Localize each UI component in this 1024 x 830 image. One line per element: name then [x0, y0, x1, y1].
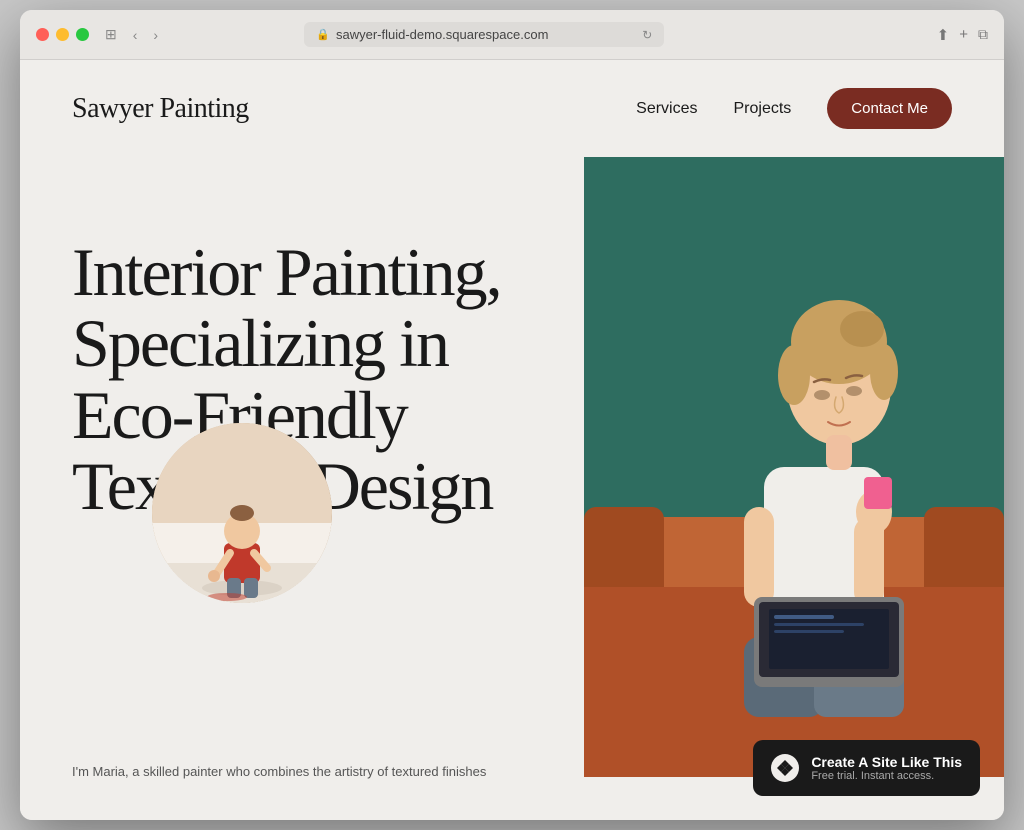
close-button[interactable]	[36, 28, 49, 41]
browser-chrome: ⊞ ‹ › 🔒 sawyer-fluid-demo.squarespace.co…	[20, 10, 1004, 60]
site-logo: Sawyer Painting	[72, 93, 249, 125]
nav-services-link[interactable]: Services	[636, 100, 697, 118]
traffic-lights	[36, 28, 89, 41]
new-tab-icon[interactable]: +	[959, 26, 968, 43]
url-text: sawyer-fluid-demo.squarespace.com	[336, 27, 548, 42]
browser-nav-controls: ⊞ ‹ ›	[101, 24, 162, 45]
website-content: Sawyer Painting Services Projects Contac…	[20, 60, 1004, 820]
nav-links: Services Projects Contact Me	[636, 88, 952, 129]
contact-button[interactable]: Contact Me	[827, 88, 952, 129]
badge-main-text: Create A Site Like This	[811, 754, 962, 770]
squarespace-logo	[771, 754, 799, 782]
back-icon[interactable]: ‹	[129, 25, 142, 45]
share-icon[interactable]: ⬆	[937, 26, 950, 44]
nav-projects-link[interactable]: Projects	[734, 100, 792, 118]
browser-window: ⊞ ‹ › 🔒 sawyer-fluid-demo.squarespace.co…	[20, 10, 1004, 820]
caption-text: I'm Maria, a skilled painter who combine…	[72, 762, 584, 782]
badge-text-group: Create A Site Like This Free trial. Inst…	[811, 754, 962, 782]
forward-icon[interactable]: ›	[149, 25, 162, 45]
badge-sub-text: Free trial. Instant access.	[811, 770, 962, 782]
hero-text-section: Interior Painting, Specializing in Eco-F…	[72, 177, 512, 563]
address-bar[interactable]: 🔒 sawyer-fluid-demo.squarespace.com ↻	[304, 22, 664, 47]
squarespace-badge[interactable]: Create A Site Like This Free trial. Inst…	[753, 740, 980, 796]
site-nav: Sawyer Painting Services Projects Contac…	[20, 60, 1004, 157]
painter-circular-image	[152, 423, 332, 603]
tabs-icon[interactable]: ⧉	[978, 26, 988, 43]
main-content: Interior Painting, Specializing in Eco-F…	[20, 157, 1004, 797]
browser-action-icons: ⬆ + ⧉	[937, 26, 988, 44]
reload-icon[interactable]: ↻	[642, 28, 652, 42]
minimize-button[interactable]	[56, 28, 69, 41]
hero-main-image	[584, 157, 1004, 777]
fullscreen-button[interactable]	[76, 28, 89, 41]
lock-icon: 🔒	[316, 28, 330, 41]
sidebar-toggle-icon[interactable]: ⊞	[101, 24, 121, 45]
caption-area: I'm Maria, a skilled painter who combine…	[72, 762, 584, 798]
